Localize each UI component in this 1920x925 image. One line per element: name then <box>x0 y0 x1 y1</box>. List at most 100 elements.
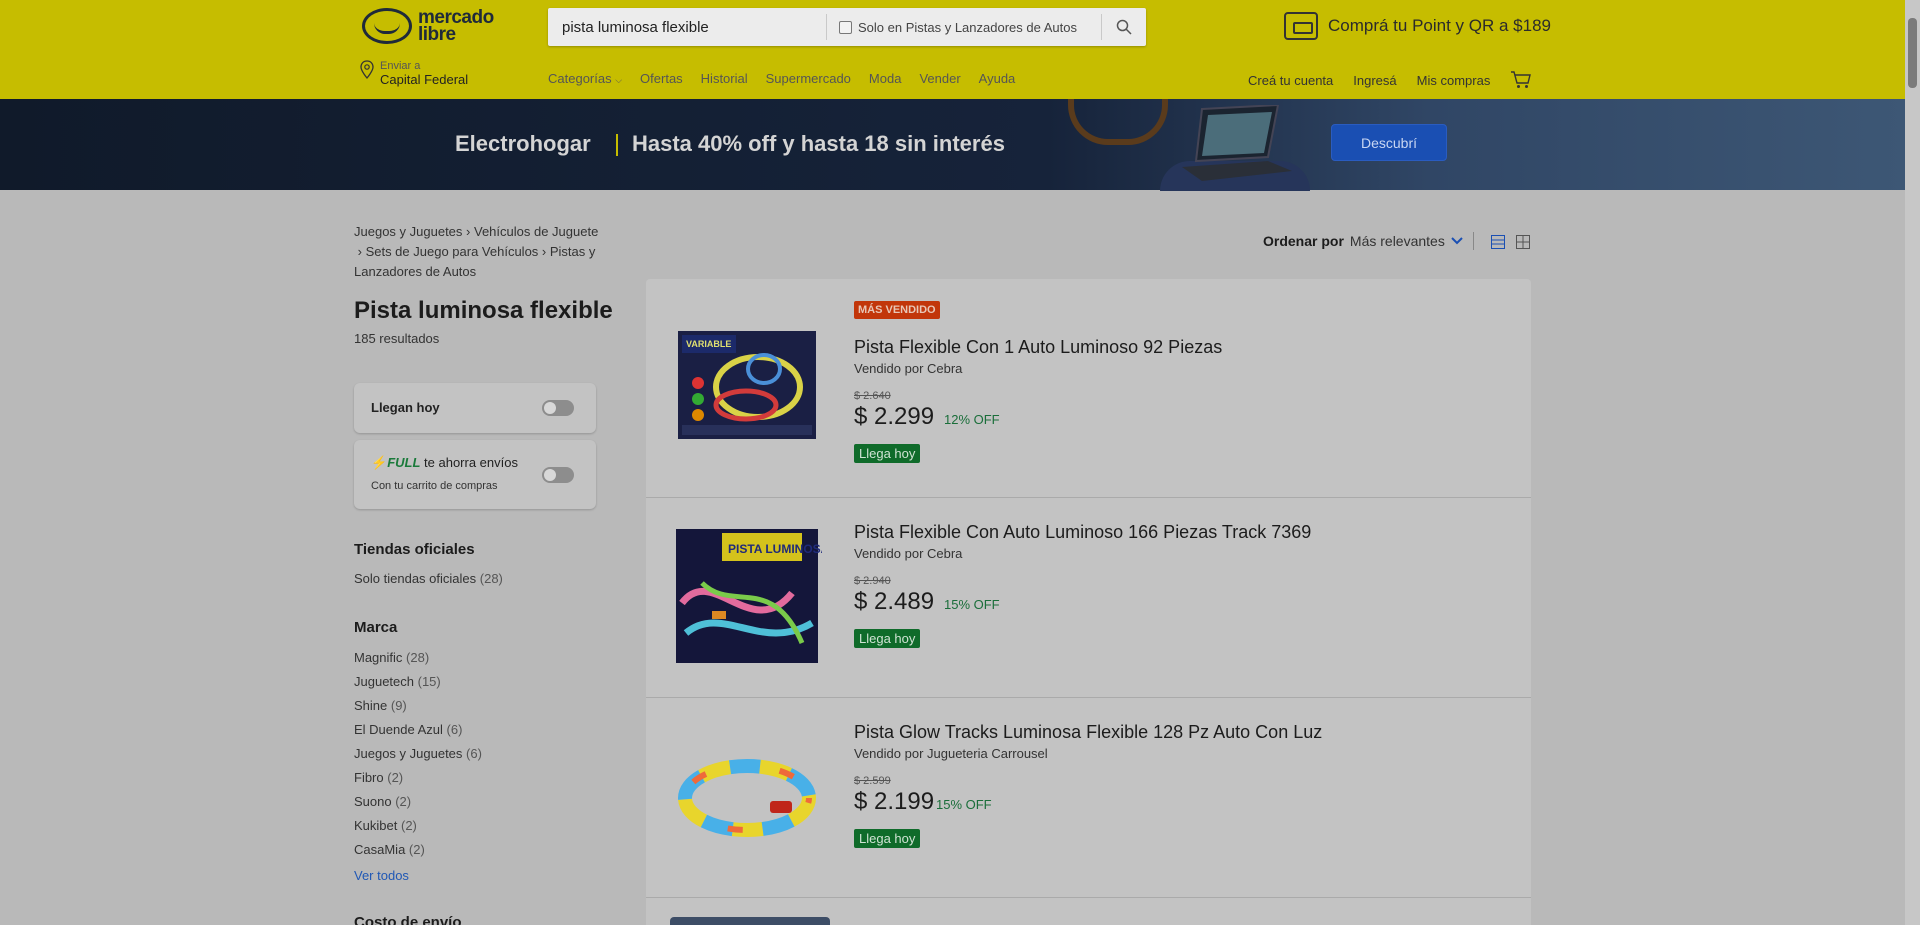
cart-icon[interactable] <box>1510 71 1532 89</box>
svg-text:VARIABLE: VARIABLE <box>686 339 731 349</box>
old-price: $ 2.640 <box>854 390 891 402</box>
my-purchases-link[interactable]: Mis compras <box>1417 73 1491 88</box>
banner-title: Electrohogar <box>455 131 591 156</box>
svg-text:PISTA LUMINOSA: PISTA LUMINOSA <box>728 542 822 556</box>
filter-marca-item[interactable]: Juguetech (15) <box>354 674 441 689</box>
filter-marca-item[interactable]: CasaMia (2) <box>354 842 425 857</box>
discover-button[interactable]: Descubrí <box>1331 124 1447 161</box>
promo-point-qr[interactable]: Comprá tu Point y QR a $189 <box>1284 12 1551 40</box>
account-nav: Creá tu cuenta Ingresá Mis compras <box>1248 71 1532 89</box>
nav-categorias[interactable]: Categorías ⌵ <box>548 71 622 86</box>
llegan-hoy-toggle[interactable] <box>542 400 574 416</box>
product-seller: Vendido por Cebra <box>854 546 963 561</box>
result-count: 185 resultados <box>354 331 440 346</box>
list-item[interactable] <box>646 898 1531 925</box>
scrollbar-thumb[interactable] <box>1908 18 1917 88</box>
discount-label: 12% OFF <box>944 412 1000 427</box>
list-item[interactable]: Pista Glow Tracks Luminosa Flexible 128 … <box>646 698 1531 898</box>
location-pin-icon <box>360 60 374 79</box>
full-logo: FULL <box>387 455 421 470</box>
filter-llegan-hoy[interactable]: Llegan hoy <box>354 383 596 433</box>
create-account-link[interactable]: Creá tu cuenta <box>1248 73 1333 88</box>
product-image[interactable] <box>670 917 830 925</box>
chevron-down-icon: ⌵ <box>615 75 623 85</box>
tiendas-title: Tiendas oficiales <box>354 541 475 558</box>
product-title[interactable]: Pista Flexible Con 1 Auto Luminoso 92 Pi… <box>854 337 1222 358</box>
nav-supermercado[interactable]: Supermercado <box>766 71 851 86</box>
sort-control[interactable]: Ordenar por Más relevantes <box>1263 233 1463 249</box>
filter-llegan-hoy-label: Llegan hoy <box>371 400 440 415</box>
breadcrumb-lanzadores[interactable]: Lanzadores de Autos <box>354 264 476 279</box>
full-toggle[interactable] <box>542 467 574 483</box>
page-title: Pista luminosa flexible <box>354 297 613 324</box>
arrives-today-badge: Llega hoy <box>854 629 921 648</box>
breadcrumb-pistas[interactable]: Pistas y <box>550 244 596 259</box>
filter-marca-item[interactable]: Suono (2) <box>354 794 411 809</box>
banner-subtitle: Hasta 40% off y hasta 18 sin interés <box>632 131 1005 156</box>
product-price: $ 2.199 <box>854 788 935 815</box>
breadcrumb-vehiculos[interactable]: Vehículos de Juguete <box>474 224 598 239</box>
promo-text: Comprá tu Point y QR a $189 <box>1328 16 1552 35</box>
location-label: Enviar a <box>380 60 421 72</box>
old-price: $ 2.940 <box>854 575 891 587</box>
mercadolibre-logo[interactable]: mercado libre <box>362 8 494 44</box>
product-image[interactable] <box>672 723 822 873</box>
shelf-decoration <box>1068 99 1168 145</box>
login-link[interactable]: Ingresá <box>1353 73 1396 88</box>
old-price: $ 2.599 <box>854 775 891 787</box>
results-list: VARIABLE MÁS VENDIDO Pista Flexible Con … <box>646 279 1531 925</box>
arrives-today-badge: Llega hoy <box>854 444 921 463</box>
filter-marca-item[interactable]: Kukibet (2) <box>354 818 417 833</box>
shipping-location[interactable]: Enviar a Capital Federal <box>360 60 468 88</box>
header: mercado libre Solo en Pistas y Lanzadore… <box>0 0 1905 99</box>
list-view-icon[interactable] <box>1491 235 1505 249</box>
banner-divider <box>616 134 618 156</box>
logo-line2: libre <box>418 24 456 45</box>
checkbox-label: Solo en Pistas y Lanzadores de Autos <box>858 19 1077 35</box>
search-button[interactable] <box>1102 8 1146 46</box>
marca-title: Marca <box>354 619 398 636</box>
list-item[interactable]: PISTA LUMINOSA Pista Flexible Con Auto L… <box>646 498 1531 698</box>
category-filter-checkbox[interactable]: Solo en Pistas y Lanzadores de Autos <box>827 20 1101 35</box>
nav-ofertas[interactable]: Ofertas <box>640 71 683 86</box>
promo-banner[interactable]: Electrohogar Hasta 40% off y hasta 18 si… <box>0 99 1905 191</box>
product-image[interactable]: PISTA LUMINOSA <box>672 523 822 673</box>
lightning-icon: ⚡ <box>371 455 388 470</box>
costo-envio-title: Costo de envío <box>354 914 462 925</box>
discount-label: 15% OFF <box>944 597 1000 612</box>
list-item[interactable]: VARIABLE MÁS VENDIDO Pista Flexible Con … <box>646 279 1531 498</box>
chevron-right-icon: › <box>354 244 366 259</box>
nav-ayuda[interactable]: Ayuda <box>979 71 1016 86</box>
discount-label: 15% OFF <box>936 797 992 812</box>
filter-marca-item[interactable]: El Duende Azul (6) <box>354 722 462 737</box>
filter-marca-item[interactable]: Magnific (28) <box>354 650 429 665</box>
product-title[interactable]: Pista Flexible Con Auto Luminoso 166 Pie… <box>854 522 1311 543</box>
product-title[interactable]: Pista Glow Tracks Luminosa Flexible 128 … <box>854 722 1322 743</box>
ver-todos-link[interactable]: Ver todos <box>354 868 409 883</box>
nav-vender[interactable]: Vender <box>919 71 960 86</box>
sort-value: Más relevantes <box>1349 233 1445 249</box>
full-subtext: Con tu carrito de compras <box>371 480 498 492</box>
laptop-image <box>1182 105 1292 181</box>
scrollbar[interactable] <box>1905 0 1920 925</box>
product-image[interactable]: VARIABLE <box>672 313 822 463</box>
full-text: te ahorra envíos <box>424 455 518 470</box>
checkbox-icon[interactable] <box>839 20 852 34</box>
chevron-down-icon <box>1451 237 1463 245</box>
main-nav: Categorías ⌵ Ofertas Historial Supermerc… <box>548 71 1033 86</box>
grid-view-icon[interactable] <box>1516 235 1530 249</box>
filter-marca-item[interactable]: Shine (9) <box>354 698 407 713</box>
filter-marca-item[interactable]: Fibro (2) <box>354 770 403 785</box>
point-device-icon <box>1284 12 1318 40</box>
breadcrumb-juegos[interactable]: Juegos y Juguetes <box>354 224 462 239</box>
nav-historial[interactable]: Historial <box>701 71 748 86</box>
search-input[interactable] <box>548 8 826 46</box>
nav-moda[interactable]: Moda <box>869 71 902 86</box>
filter-marca-item[interactable]: Juegos y Juguetes (6) <box>354 746 482 761</box>
filter-tiendas-oficiales[interactable]: Solo tiendas oficiales (28) <box>354 571 503 586</box>
breadcrumb-sets[interactable]: Sets de Juego para Vehículos <box>366 244 539 259</box>
search-icon <box>1116 19 1132 35</box>
filter-full[interactable]: ⚡FULL te ahorra envíos Con tu carrito de… <box>354 440 596 509</box>
chevron-right-icon: › <box>541 244 550 259</box>
sort-label: Ordenar por <box>1263 233 1344 249</box>
